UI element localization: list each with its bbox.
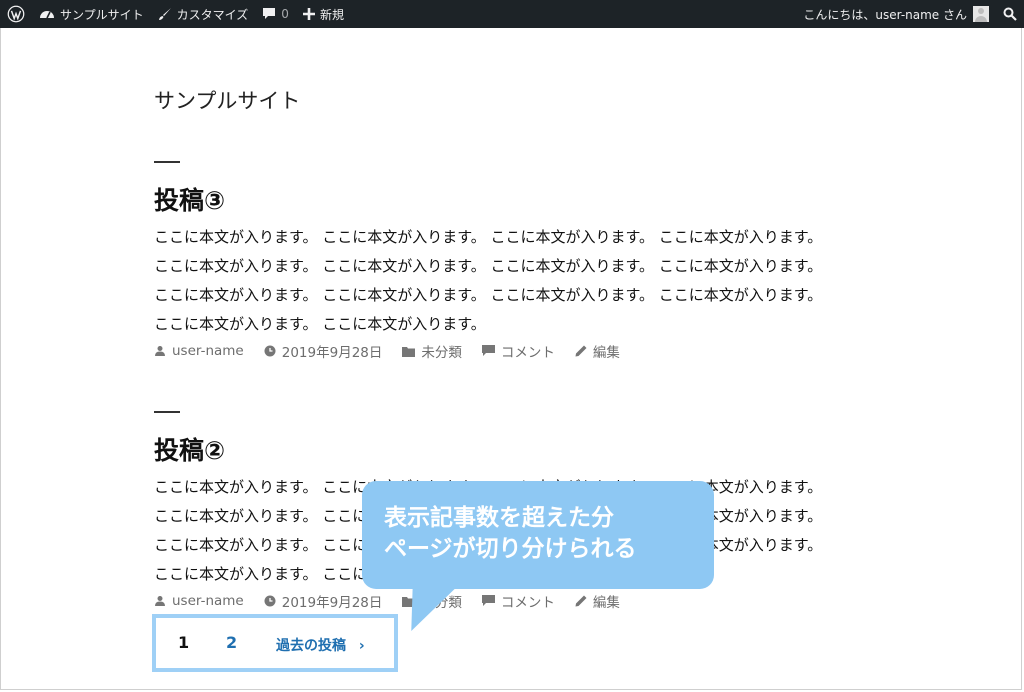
customize-menu[interactable]: カスタマイズ: [151, 0, 256, 28]
dashboard-icon: [40, 11, 54, 19]
search-icon: [1003, 7, 1017, 21]
site-title[interactable]: サンプルサイト: [154, 85, 300, 115]
wp-logo-menu[interactable]: [0, 0, 32, 28]
post-edit-link[interactable]: 編集: [575, 341, 620, 361]
post-body: ここに本文が入ります。 ここに本文が入ります。 ここに本文が入ります。 ここに本…: [154, 228, 823, 333]
my-account-menu[interactable]: こんにちは、user-name さん: [796, 0, 996, 28]
user-icon: [155, 346, 165, 356]
pencil-icon: [575, 595, 587, 607]
post-author[interactable]: user-name: [154, 343, 244, 359]
wordpress-icon: [7, 5, 25, 23]
chevron-right-icon: ›: [358, 638, 365, 654]
annotation-callout: 表示記事数を超えた分 ページが切り分けられる: [362, 481, 714, 589]
post-comment-label: コメント: [500, 345, 555, 361]
post-edit-link[interactable]: 編集: [575, 591, 620, 611]
comments-count: 0: [281, 7, 289, 21]
user-icon: [155, 596, 165, 606]
plus-icon: [302, 8, 315, 20]
post-comment-link[interactable]: コメント: [481, 341, 555, 361]
search-button[interactable]: [996, 0, 1024, 28]
site-name-menu[interactable]: サンプルサイト: [32, 0, 151, 28]
post-title[interactable]: 投稿②: [154, 431, 225, 467]
pagination: 1 2 過去の投稿 ›: [152, 614, 398, 672]
post-meta: user-name 2019年9月28日 未分類 コメント 編集: [154, 591, 640, 611]
callout-line-1: 表示記事数を超えた分: [384, 505, 614, 531]
post-author[interactable]: user-name: [154, 593, 244, 609]
site-name-label: サンプルサイト: [60, 7, 144, 22]
post-date-label: 2019年9月28日: [281, 345, 383, 361]
older-posts-link[interactable]: 過去の投稿 ›: [276, 635, 365, 655]
post-comment-label: コメント: [500, 595, 555, 611]
page-number-current: 1: [178, 633, 190, 652]
post-edit-label: 編集: [592, 595, 620, 611]
greeting-label: こんにちは、user-name さん: [803, 7, 967, 22]
post-date[interactable]: 2019年9月28日: [264, 341, 383, 361]
callout-line-2: ページが切り分けられる: [384, 536, 637, 562]
new-label: 新規: [319, 7, 344, 22]
post-author-label: user-name: [172, 593, 244, 609]
older-posts-label: 過去の投稿: [276, 638, 346, 654]
pencil-icon: [575, 345, 587, 357]
post-meta: user-name 2019年9月28日 未分類 コメント 編集: [154, 341, 640, 361]
post-separator: [154, 161, 180, 163]
folder-icon: [402, 346, 416, 357]
post-date[interactable]: 2019年9月28日: [264, 591, 383, 611]
new-content-menu[interactable]: 新規: [296, 0, 351, 28]
post-author-label: user-name: [172, 343, 244, 359]
brush-icon: [158, 8, 171, 20]
comment-bubble-icon: [263, 8, 276, 19]
clock-icon: [264, 595, 276, 607]
post-category[interactable]: 未分類: [402, 341, 462, 361]
customize-label: カスタマイズ: [176, 7, 249, 22]
post-category-label: 未分類: [421, 345, 462, 361]
avatar: [973, 6, 989, 22]
clock-icon: [264, 345, 276, 357]
post-date-label: 2019年9月28日: [281, 595, 383, 611]
page-number-2[interactable]: 2: [226, 633, 237, 652]
post-article: 投稿② ここに本文が入ります。 ここに本文が入ります。 ここに本文が入ります。 …: [154, 411, 834, 611]
post-separator: [154, 411, 180, 413]
admin-bar: サンプルサイト カスタマイズ 0 新規 こんにちは、user-name さん: [0, 0, 1024, 28]
post-title[interactable]: 投稿③: [154, 181, 225, 217]
post-edit-label: 編集: [592, 345, 620, 361]
post-comment-link[interactable]: コメント: [481, 591, 555, 611]
comment-icon: [481, 595, 495, 606]
comments-menu[interactable]: 0: [255, 0, 296, 28]
comment-icon: [481, 345, 495, 356]
post-article: 投稿③ ここに本文が入ります。 ここに本文が入ります。 ここに本文が入ります。 …: [154, 161, 834, 361]
